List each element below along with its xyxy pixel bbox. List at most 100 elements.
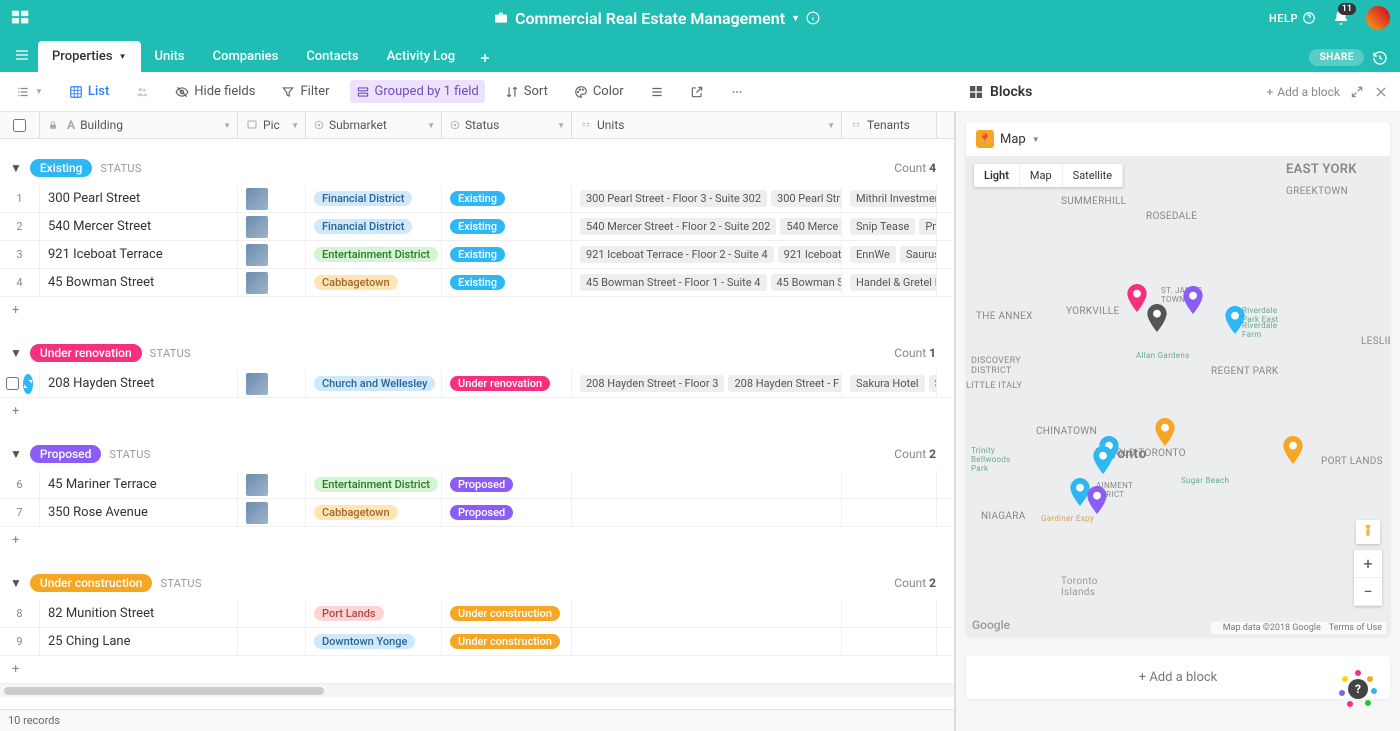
table-row[interactable]: 8 82 Munition Street Port Lands Under co… (0, 600, 954, 628)
view-menu[interactable]: ▼ (10, 81, 49, 103)
group-button[interactable]: Grouped by 1 field (350, 80, 485, 103)
collapse-icon[interactable]: ▼ (10, 447, 22, 461)
cell-status[interactable]: Existing (442, 241, 572, 268)
group-header[interactable]: ▼ Under renovation STATUS Count 1 (0, 324, 954, 370)
cell-pic[interactable] (238, 628, 306, 655)
cell-tenants[interactable] (842, 471, 937, 498)
cell-units[interactable] (572, 600, 842, 627)
expand-blocks[interactable] (1350, 85, 1364, 99)
table-row[interactable]: 7 350 Rose Avenue Cabbagetown Proposed (0, 499, 954, 527)
column-status[interactable]: Status▼ (442, 112, 572, 138)
tab-properties[interactable]: Properties ▼ (38, 41, 141, 72)
cell-submarket[interactable]: Entertainment District (306, 471, 442, 498)
cell-status[interactable]: Existing (442, 185, 572, 212)
notifications-button[interactable]: 11 (1332, 9, 1350, 27)
cell-units[interactable]: 45 Bowman Street - Floor 1 - Suite 445 B… (572, 269, 842, 296)
cell-status[interactable]: Under construction (442, 628, 572, 655)
add-row-button[interactable]: + (0, 398, 954, 425)
cell-building[interactable]: 350 Rose Avenue (40, 499, 238, 526)
cell-status[interactable]: Under construction (442, 600, 572, 627)
cell-submarket[interactable]: Downtown Yonge (306, 628, 442, 655)
add-row-button[interactable]: + (0, 527, 954, 554)
map-canvas[interactable]: Light Map Satellite EAST YORK SUMMERHILL… (966, 156, 1390, 636)
cell-units[interactable]: 300 Pearl Street - Floor 3 - Suite 30230… (572, 185, 842, 212)
map-type-control[interactable]: Light Map Satellite (974, 164, 1123, 187)
cell-status[interactable]: Proposed (442, 499, 572, 526)
cell-building[interactable]: 208 Hayden Street (40, 370, 238, 397)
column-submarket[interactable]: Submarket▼ (306, 112, 442, 138)
cell-pic[interactable] (238, 241, 306, 268)
table-row[interactable]: 9 25 Ching Lane Downtown Yonge Under con… (0, 628, 954, 656)
map-pin[interactable] (1282, 436, 1304, 464)
map-pin[interactable] (1126, 284, 1148, 312)
cell-pic[interactable] (238, 499, 306, 526)
cell-building[interactable]: 300 Pearl Street (40, 185, 238, 212)
sidebar-toggle[interactable] (6, 38, 38, 72)
column-tenants[interactable]: Tenants (842, 112, 937, 138)
select-all-checkbox[interactable] (0, 112, 40, 138)
history-button[interactable] (1372, 50, 1388, 66)
table-row[interactable]: 4 45 Bowman Street Cabbagetown Existing … (0, 269, 954, 297)
cell-tenants[interactable]: Sakura HotelSa (842, 370, 937, 397)
cell-units[interactable] (572, 499, 842, 526)
tab-activity-log[interactable]: Activity Log (373, 41, 470, 72)
collapse-icon[interactable]: ▼ (10, 346, 22, 360)
cell-building[interactable]: 921 Iceboat Terrace (40, 241, 238, 268)
more-button[interactable] (724, 81, 750, 103)
cell-submarket[interactable]: Port Lands (306, 600, 442, 627)
cell-pic[interactable] (238, 471, 306, 498)
avatar[interactable] (1366, 6, 1390, 30)
map-pin[interactable] (1146, 304, 1168, 332)
share-button[interactable]: SHARE (1309, 49, 1364, 66)
filter-button[interactable]: Filter (275, 80, 335, 103)
cell-pic[interactable] (238, 269, 306, 296)
cell-tenants[interactable]: EnnWeSaurus F (842, 241, 937, 268)
add-block-top[interactable]: + Add a block (1266, 85, 1340, 99)
cell-submarket[interactable]: Financial District (306, 185, 442, 212)
map-mode-map[interactable]: Map (1020, 164, 1063, 187)
map-mode-satellite[interactable]: Satellite (1063, 164, 1123, 187)
streetview-pegman[interactable] (1356, 520, 1380, 544)
cell-status[interactable]: Existing (442, 213, 572, 240)
group-header[interactable]: ▼ Under construction STATUS Count 2 (0, 554, 954, 600)
horizontal-scrollbar[interactable] (0, 683, 954, 697)
info-icon[interactable] (806, 11, 820, 25)
group-header[interactable]: ▼ Proposed STATUS Count 2 (0, 425, 954, 471)
sort-button[interactable]: Sort (499, 80, 554, 103)
row-height-button[interactable] (644, 81, 670, 103)
cell-status[interactable]: Proposed (442, 471, 572, 498)
cell-building[interactable]: 25 Ching Lane (40, 628, 238, 655)
cell-pic[interactable] (238, 213, 306, 240)
zoom-out[interactable]: − (1354, 578, 1382, 606)
collaborators-button[interactable] (129, 81, 155, 103)
cell-pic[interactable] (238, 600, 306, 627)
color-button[interactable]: Color (568, 80, 630, 103)
add-block-button[interactable]: + Add a block (966, 656, 1390, 699)
cell-submarket[interactable]: Cabbagetown (306, 269, 442, 296)
cell-tenants[interactable] (842, 600, 937, 627)
add-row-button[interactable]: + (0, 656, 954, 683)
cell-units[interactable]: 540 Mercer Street - Floor 2 - Suite 2025… (572, 213, 842, 240)
map-pin[interactable] (1092, 446, 1114, 474)
cell-building[interactable]: 45 Mariner Terrace (40, 471, 238, 498)
cell-submarket[interactable]: Church and Wellesley (306, 370, 442, 397)
close-blocks[interactable] (1374, 85, 1388, 99)
cell-units[interactable]: 921 Iceboat Terrace - Floor 2 - Suite 49… (572, 241, 842, 268)
table-row[interactable]: 3 921 Iceboat Terrace Entertainment Dist… (0, 241, 954, 269)
cell-building[interactable]: 45 Bowman Street (40, 269, 238, 296)
zoom-in[interactable]: + (1354, 550, 1382, 578)
terms-link[interactable]: Terms of Use (1329, 623, 1382, 633)
cell-tenants[interactable]: Mithril Investments (842, 185, 937, 212)
tab-companies[interactable]: Companies (199, 41, 293, 72)
data-grid[interactable]: A Building▼ Pic▼ Submarket▼ Status▼ Unit… (0, 112, 955, 731)
expand-row-icon[interactable] (23, 374, 33, 394)
table-row[interactable]: 2 540 Mercer Street Financial District E… (0, 213, 954, 241)
cell-submarket[interactable]: Entertainment District (306, 241, 442, 268)
group-header[interactable]: ▼ Existing STATUS Count 4 (0, 139, 954, 185)
map-pin[interactable] (1154, 418, 1176, 446)
cell-pic[interactable] (238, 185, 306, 212)
hide-fields-button[interactable]: Hide fields (169, 80, 261, 103)
cell-submarket[interactable]: Financial District (306, 213, 442, 240)
table-row[interactable]: 6 45 Mariner Terrace Entertainment Distr… (0, 471, 954, 499)
cell-tenants[interactable]: Snip TeasePress (842, 213, 937, 240)
